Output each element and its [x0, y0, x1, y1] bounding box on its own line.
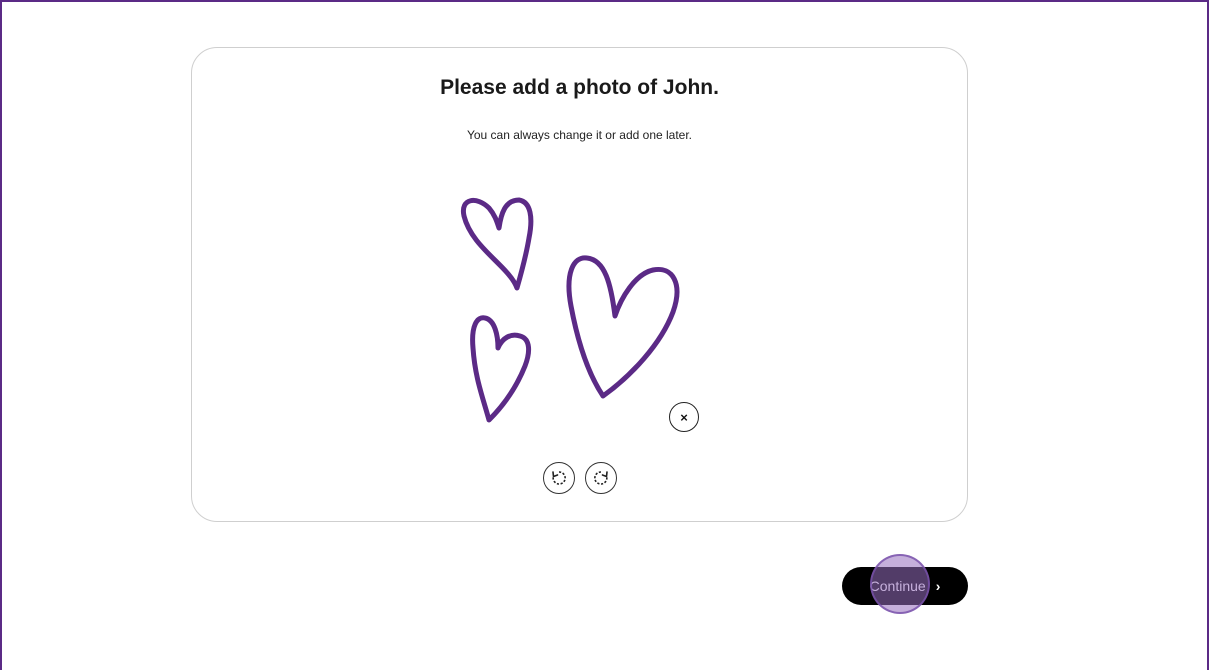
- rotate-left-icon: [552, 471, 566, 485]
- rotate-right-icon: [594, 471, 608, 485]
- rotate-right-button[interactable]: [585, 462, 617, 494]
- chevron-right-icon: ›: [935, 578, 941, 594]
- heart-bottom-left: [470, 315, 532, 423]
- heart-top-left: [460, 197, 534, 291]
- remove-photo-button[interactable]: ×: [669, 402, 699, 432]
- uploaded-photo-preview: [460, 197, 680, 423]
- continue-label: Continue: [869, 578, 926, 594]
- page-title: Please add a photo of John.: [440, 76, 719, 99]
- close-icon: ×: [680, 409, 688, 425]
- rotate-left-button[interactable]: [543, 462, 575, 494]
- heart-right: [566, 255, 680, 399]
- page-subtitle: You can always change it or add one late…: [466, 128, 693, 142]
- photo-upload-card: Please add a photo of John. You can alwa…: [191, 47, 968, 522]
- continue-button[interactable]: Continue ›: [842, 567, 968, 605]
